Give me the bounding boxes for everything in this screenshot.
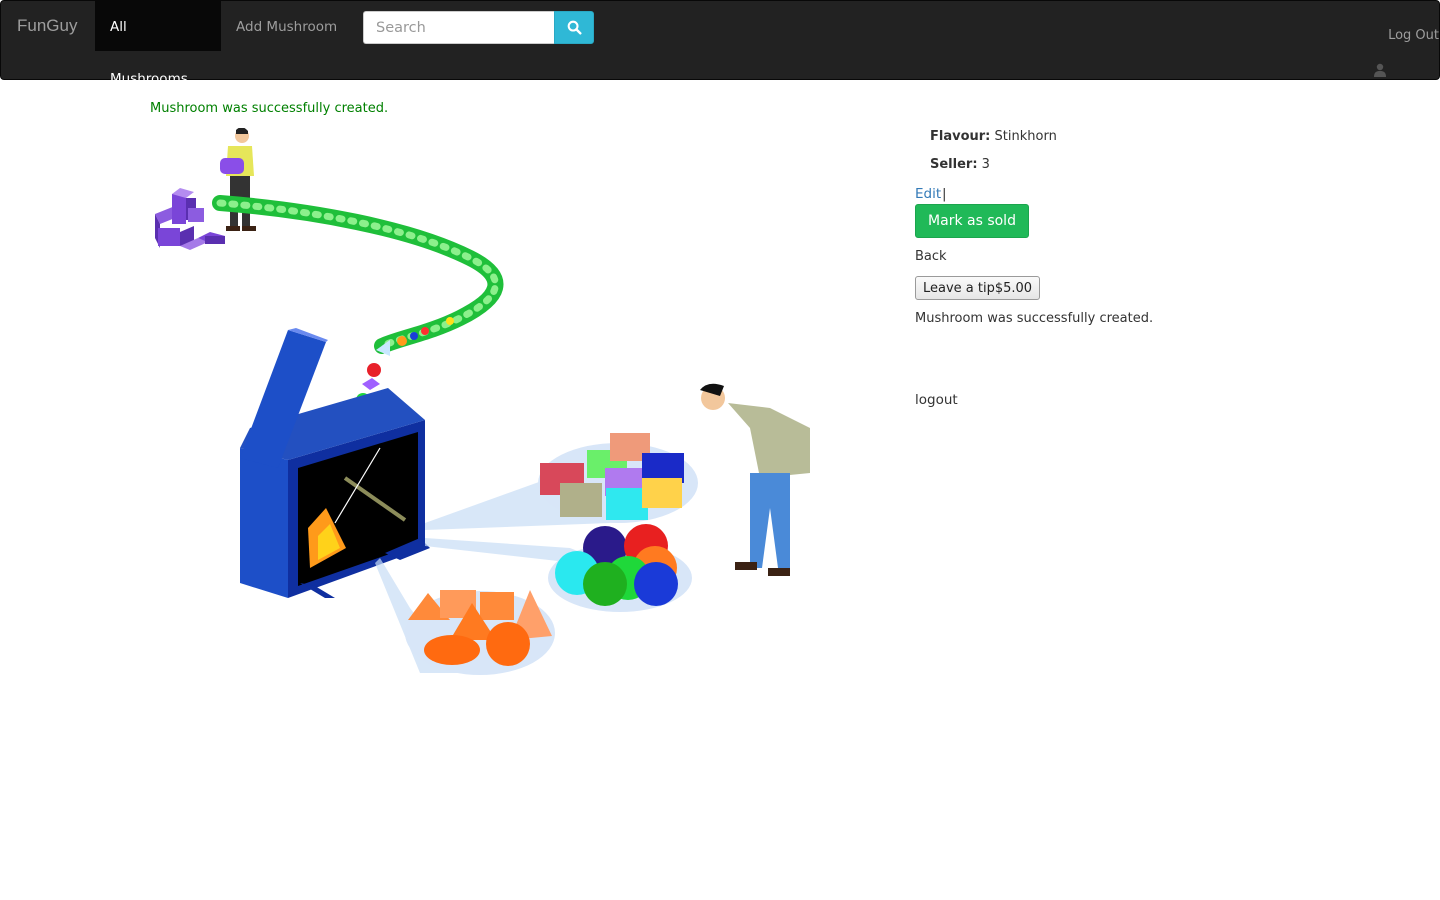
colored-cubes [538,433,698,523]
mark-as-sold-button[interactable]: Mark as sold [915,204,1029,238]
leave-tip-button[interactable]: Leave a tip$5.00 [915,276,1041,300]
nav-add-mushroom[interactable]: Add Mushroom [221,1,352,51]
flavour-label: Flavour: [930,129,991,144]
back-link[interactable]: Back [915,249,947,264]
top-navbar: FunGuy All Mushrooms Add Mushroom Log Ou… [0,0,1440,87]
logout-footer-link[interactable]: logout [915,392,958,408]
seller-label: Seller: [930,157,978,172]
flavour-value: Stinkhorn [994,129,1057,144]
nav-all-mushrooms[interactable]: All Mushrooms [95,1,221,87]
seller-row: Seller: 3 [930,157,990,172]
observer-figure [700,383,810,576]
worker-figure [220,128,256,231]
search-icon [567,20,582,35]
user-icon [1374,63,1386,77]
link-separator: | [942,186,947,202]
brand-link[interactable]: FunGuy [17,16,77,36]
flavour-row: Flavour: Stinkhorn [930,129,1057,144]
orange-shapes [405,590,555,675]
search-button[interactable] [554,11,594,44]
colored-spheres [548,524,692,612]
mushroom-image [155,128,810,675]
computer-box [240,328,430,598]
flash-notice-secondary: Mushroom was successfully created. [915,311,1154,326]
edit-link[interactable]: Edit [915,186,941,202]
logout-link[interactable]: Log Out [1388,28,1439,43]
search-input[interactable] [363,11,555,44]
flash-notice: Mushroom was successfully created. [150,101,389,116]
seller-value: 3 [981,157,990,172]
